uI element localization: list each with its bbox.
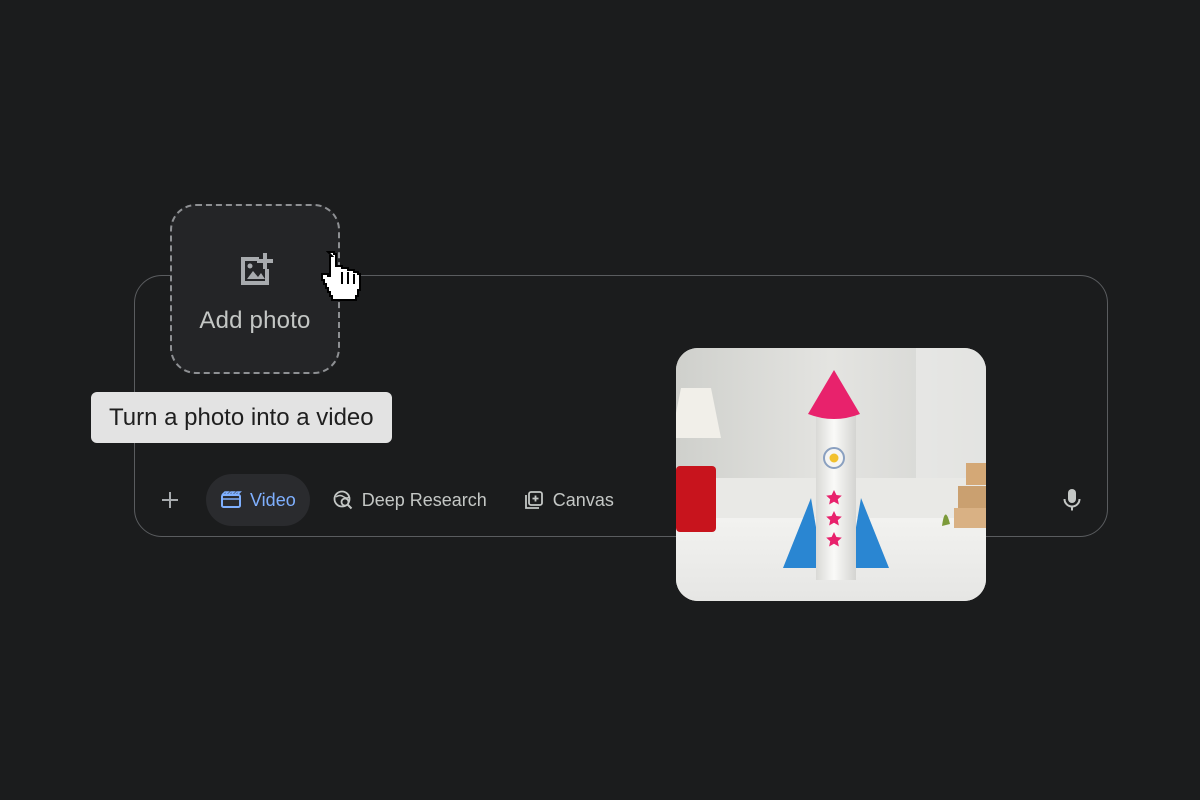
canvas-icon xyxy=(523,489,545,511)
microphone-button[interactable] xyxy=(1058,486,1086,514)
tooltip: Turn a photo into a video xyxy=(91,392,392,443)
add-photo-label: Add photo xyxy=(199,307,311,334)
hand-cursor-icon xyxy=(321,251,361,301)
video-chip-label: Video xyxy=(250,489,296,510)
deep-research-chip[interactable]: Deep Research xyxy=(318,474,501,526)
rocket-photo-image xyxy=(676,348,986,601)
microphone-icon xyxy=(1063,489,1081,511)
add-button[interactable] xyxy=(150,480,190,520)
stage: Add photo Turn a photo into a video Vide xyxy=(0,0,1200,800)
canvas-chip-label: Canvas xyxy=(552,489,614,510)
video-icon xyxy=(220,489,242,511)
plus-icon xyxy=(162,492,178,508)
add-photo-icon xyxy=(241,253,273,285)
rocket-photo xyxy=(676,348,986,601)
deep-research-chip-label: Deep Research xyxy=(361,489,487,510)
video-chip[interactable]: Video xyxy=(206,474,310,526)
canvas-chip[interactable]: Canvas xyxy=(509,474,628,526)
deep-research-icon xyxy=(332,489,354,511)
prompt-toolbar: Video Deep Research Canvas xyxy=(150,474,636,526)
